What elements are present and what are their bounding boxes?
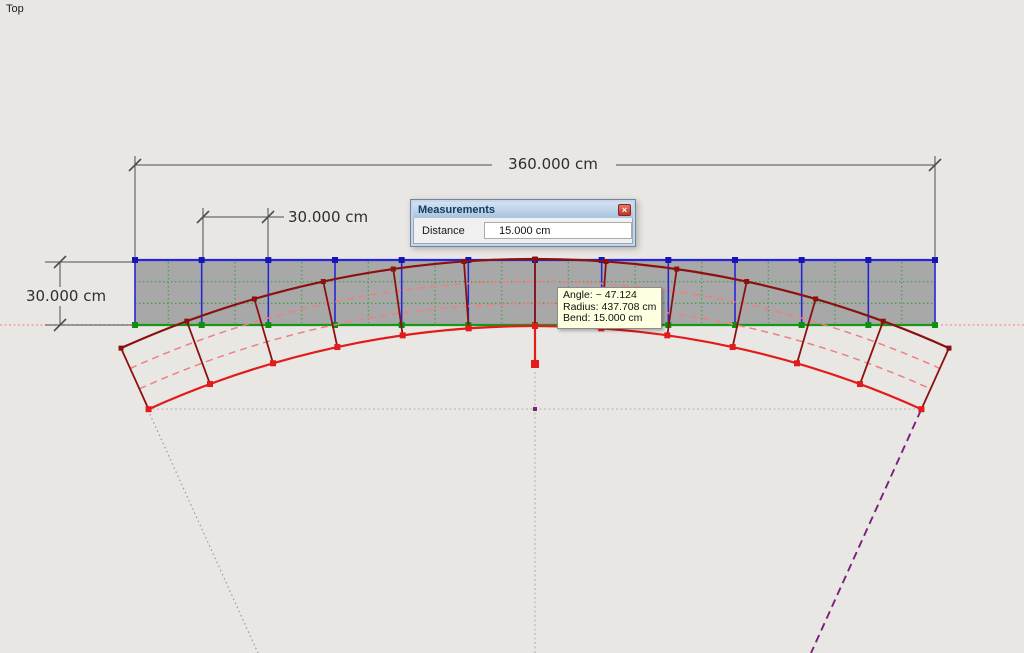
measurements-dialog[interactable]: Measurements × Distance (410, 199, 636, 247)
arc-inner-vertex-marker (857, 381, 864, 388)
arc-outer-vertex-marker (461, 259, 467, 265)
green-vertex-marker (265, 322, 272, 328)
tooltip-bend-line: Bend: 15.000 cm (563, 312, 643, 324)
green-vertex-marker (198, 322, 205, 328)
arc-outer-vertex-marker (674, 266, 680, 272)
blue-vertex-marker (665, 257, 672, 263)
distance-field-label: Distance (422, 224, 465, 237)
measurements-dialog-titlebar[interactable]: Measurements × (413, 202, 633, 218)
arc-outer-vertex-marker (744, 279, 750, 285)
arc-inner-vertex-marker (206, 381, 213, 388)
dimension-label-height: 30.000 cm (23, 287, 109, 305)
dimension-label-segment-width: 30.000 cm (288, 208, 369, 226)
arc-inner-vertex-marker (918, 406, 925, 413)
blue-vertex-marker (398, 257, 405, 263)
green-vertex-marker (932, 322, 938, 328)
bend-inference-tooltip: Angle: ~ 47.124 Radius: 437.708 cm Bend:… (557, 287, 663, 329)
arc-inner-vertex-marker (399, 332, 406, 339)
blue-vertex-marker (332, 257, 338, 263)
arc-inner-vertex-marker (729, 344, 736, 351)
sketchup-viewport[interactable]: Top 360.000 cm 30.000 cm 30.000 cm Measu… (0, 0, 1024, 653)
blue-vertex-marker (865, 257, 872, 263)
arc-outer-vertex-marker (532, 256, 538, 262)
drawing-canvas[interactable] (0, 0, 1024, 653)
blue-vertex-marker (198, 257, 205, 263)
arc-outer-vertex-marker (390, 266, 396, 272)
arc-outer-vertex-marker (946, 345, 952, 351)
green-vertex-marker (798, 322, 805, 328)
arc-inner-vertex-marker (664, 332, 671, 339)
arc-outer-vertex-marker (118, 345, 124, 351)
blue-vertex-marker (732, 257, 738, 263)
arc-outer-vertex-marker (251, 296, 257, 302)
measurements-dialog-body: Distance (413, 218, 633, 244)
arc-outer-vertex-marker (880, 318, 886, 324)
measurements-dialog-title: Measurements (418, 204, 496, 216)
arc-inner-vertex-marker (270, 360, 277, 367)
bend-handle (531, 328, 539, 368)
dimension-label-total-width: 360.000 cm (506, 155, 600, 173)
arc-outer-vertex-marker (184, 318, 190, 324)
arc-inner-vertex-marker (334, 344, 341, 351)
bend-handle-marker[interactable] (531, 360, 539, 368)
arc-outer-vertex-marker (603, 259, 609, 265)
arc-outer-vertex-marker (320, 279, 326, 285)
blue-vertex-marker (798, 257, 805, 263)
tooltip-angle-line: Angle: ~ 47.124 (563, 289, 637, 301)
inference-guides (147, 372, 922, 653)
arc-inner-vertex-marker (793, 360, 800, 367)
guide-intersection-point (533, 407, 537, 411)
arc-inner-vertex-marker (465, 325, 472, 332)
arc-outer-vertex-marker (813, 296, 819, 302)
arc-inner-vertex-marker (145, 406, 152, 413)
green-vertex-marker (865, 322, 872, 328)
distance-input[interactable] (484, 222, 632, 239)
close-icon[interactable]: × (618, 204, 631, 216)
view-name-label: Top (6, 3, 24, 15)
